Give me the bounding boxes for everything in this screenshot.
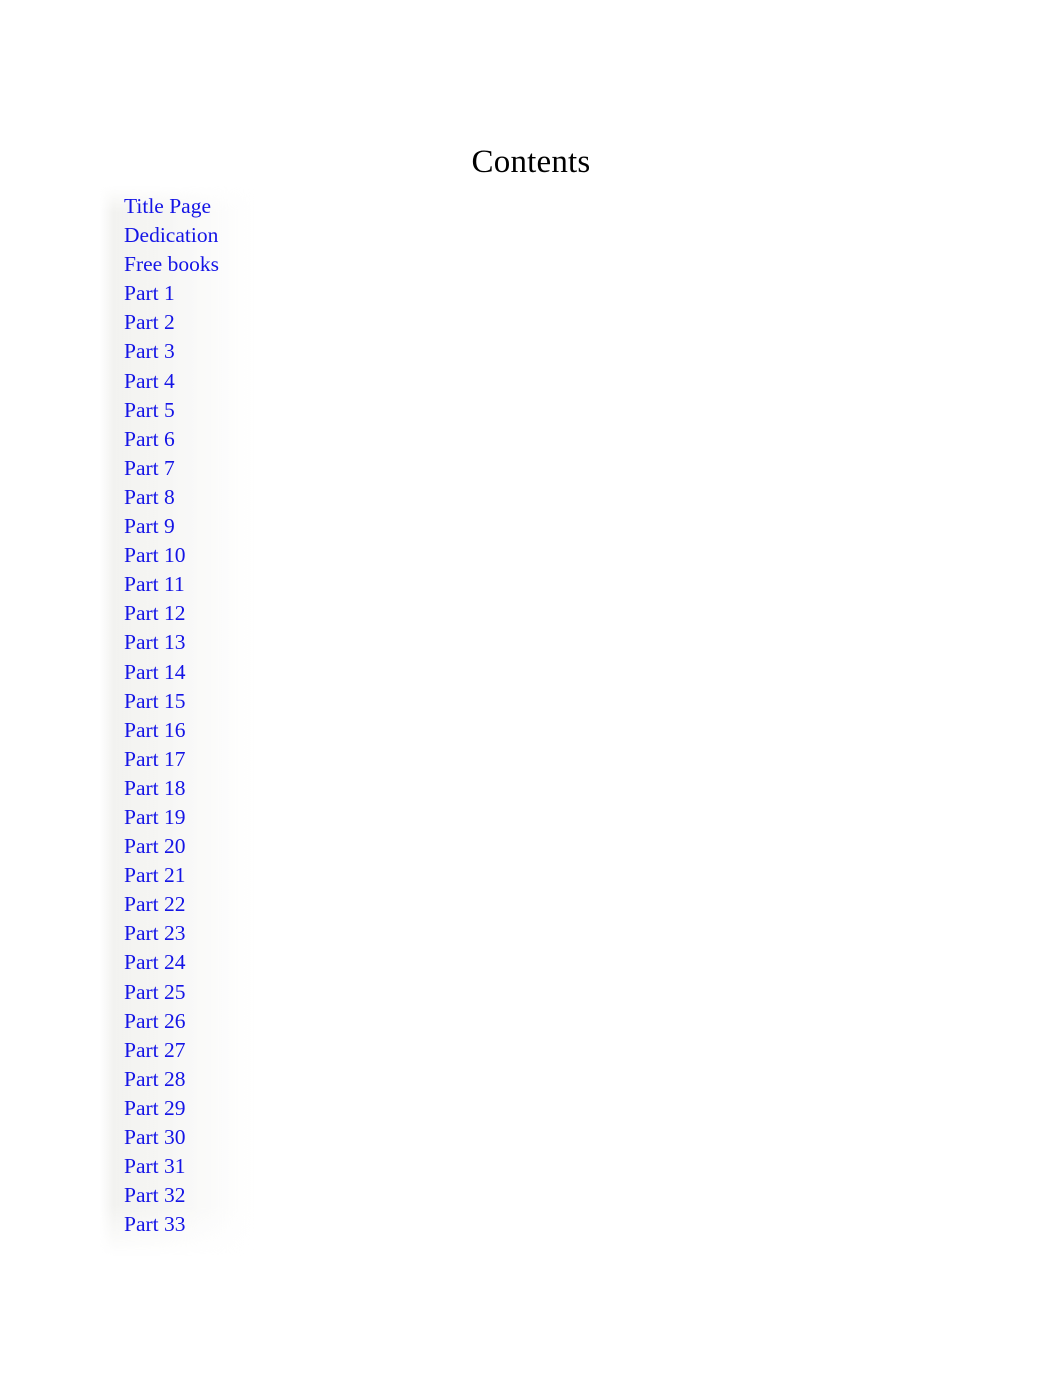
toc-link[interactable]: Part 6 [124,427,175,451]
toc-link[interactable]: Part 18 [124,776,186,800]
toc-link[interactable]: Part 30 [124,1125,186,1149]
toc-link[interactable]: Part 16 [124,718,186,742]
toc-entry: Part 6 [124,425,524,454]
toc-entry: Part 18 [124,774,524,803]
toc-entry: Part 2 [124,308,524,337]
toc-entry: Part 24 [124,948,524,977]
toc-link[interactable]: Part 10 [124,543,186,567]
toc-entry: Part 9 [124,512,524,541]
toc-entry: Part 15 [124,687,524,716]
toc-entry: Part 17 [124,745,524,774]
document-page: Contents Title Page Dedication Free books P… [0,0,1062,1376]
toc-entry: Part 7 [124,454,524,483]
toc-link[interactable]: Part 26 [124,1009,186,1033]
toc-entry: Part 33 [124,1210,524,1239]
toc-link[interactable]: Part 7 [124,456,175,480]
toc-link[interactable]: Part 14 [124,660,186,684]
toc-link[interactable]: Part 21 [124,863,186,887]
toc-link[interactable]: Part 5 [124,398,175,422]
toc-entry: Part 4 [124,367,524,396]
toc-entry: Part 27 [124,1036,524,1065]
toc-entry: Part 14 [124,658,524,687]
toc-entry: Part 29 [124,1094,524,1123]
table-of-contents-list: Title Page Dedication Free books Part 1 Part… [124,192,524,1239]
toc-link[interactable]: Part 4 [124,369,175,393]
toc-entry: Dedication [124,221,524,250]
toc-link[interactable]: Part 20 [124,834,186,858]
toc-link[interactable]: Part 8 [124,485,175,509]
toc-link[interactable]: Part 27 [124,1038,186,1062]
toc-link[interactable]: Part 12 [124,601,186,625]
toc-link[interactable]: Free books [124,252,219,276]
toc-entry: Part 31 [124,1152,524,1181]
toc-link[interactable]: Part 17 [124,747,186,771]
toc-entry: Part 30 [124,1123,524,1152]
toc-entry: Part 11 [124,570,524,599]
toc-entry: Part 5 [124,396,524,425]
toc-link[interactable]: Dedication [124,223,218,247]
page-title: Contents [471,144,591,181]
toc-link[interactable]: Part 33 [124,1212,186,1236]
toc-link[interactable]: Part 32 [124,1183,186,1207]
toc-entry: Part 25 [124,978,524,1007]
toc-entry: Part 13 [124,628,524,657]
toc-link[interactable]: Part 23 [124,921,186,945]
toc-link[interactable]: Part 1 [124,281,175,305]
toc-link[interactable]: Part 11 [124,572,185,596]
toc-link[interactable]: Part 3 [124,339,175,363]
toc-link[interactable]: Title Page [124,194,211,218]
toc-link[interactable]: Part 2 [124,310,175,334]
toc-entry: Part 10 [124,541,524,570]
toc-entry: Part 32 [124,1181,524,1210]
toc-link[interactable]: Part 29 [124,1096,186,1120]
toc-entry: Part 3 [124,337,524,366]
toc-link[interactable]: Part 15 [124,689,186,713]
toc-entry: Part 12 [124,599,524,628]
toc-entry: Free books [124,250,524,279]
toc-entry: Part 1 [124,279,524,308]
toc-entry: Part 22 [124,890,524,919]
toc-link[interactable]: Part 31 [124,1154,186,1178]
toc-link[interactable]: Part 9 [124,514,175,538]
toc-link[interactable]: Part 22 [124,892,186,916]
toc-link[interactable]: Part 25 [124,980,186,1004]
toc-entry: Part 21 [124,861,524,890]
toc-entry: Title Page [124,192,524,221]
toc-link[interactable]: Part 13 [124,630,186,654]
toc-entry: Part 19 [124,803,524,832]
toc-link[interactable]: Part 28 [124,1067,186,1091]
toc-entry: Part 26 [124,1007,524,1036]
toc-entry: Part 23 [124,919,524,948]
toc-entry: Part 20 [124,832,524,861]
toc-link[interactable]: Part 24 [124,950,186,974]
toc-entry: Part 16 [124,716,524,745]
toc-link[interactable]: Part 19 [124,805,186,829]
toc-entry: Part 8 [124,483,524,512]
toc-entry: Part 28 [124,1065,524,1094]
